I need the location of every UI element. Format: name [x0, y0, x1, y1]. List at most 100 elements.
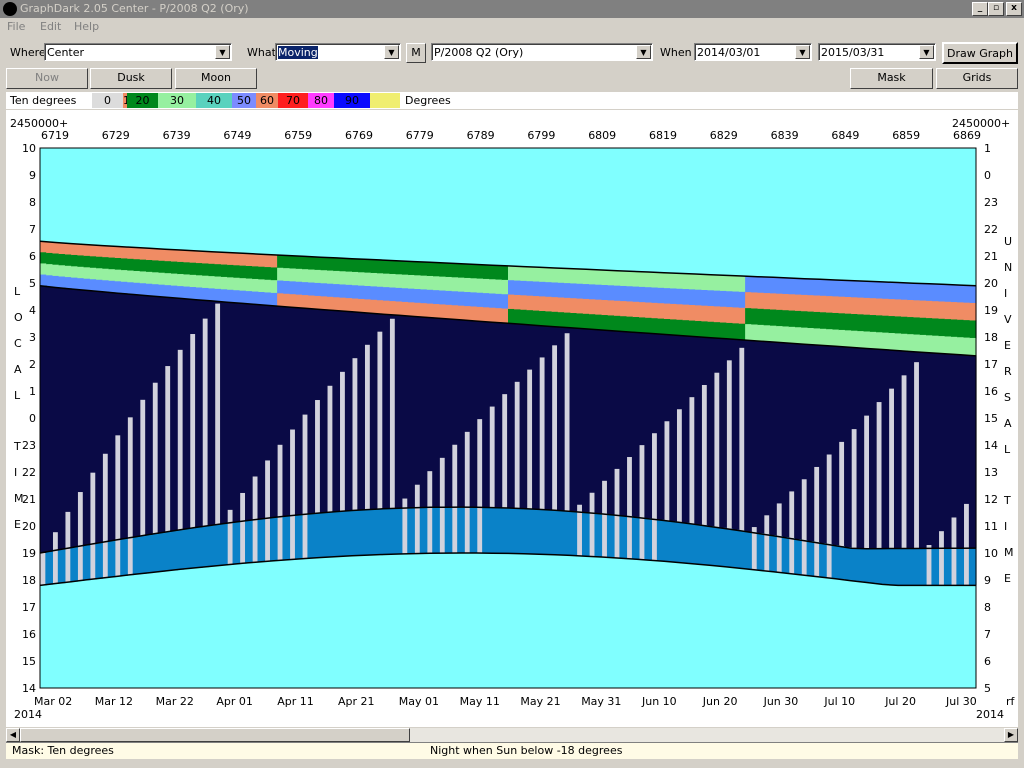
- altitude-band-cell: [233, 290, 241, 304]
- altitude-band-cell: [582, 298, 590, 315]
- moon-stripe: [701, 384, 707, 526]
- twilight-cell: [146, 535, 153, 574]
- night-cell: [732, 339, 740, 530]
- minimize-button[interactable]: _: [972, 2, 988, 16]
- altitude-band-cell: [526, 295, 534, 311]
- menu-edit[interactable]: Edit: [40, 20, 61, 33]
- what-label: What: [247, 46, 276, 59]
- altitude-band-cell: [352, 271, 359, 286]
- altitude-band-cell: [894, 333, 902, 351]
- altitude-band-cell: [58, 276, 66, 289]
- altitude-band-cell: [844, 313, 852, 331]
- altitude-band-cell: [439, 262, 447, 278]
- altitude-band-cell: [626, 286, 634, 302]
- altitude-band-cell: [776, 293, 784, 311]
- twilight-cell: [745, 531, 752, 569]
- night-cell: [707, 337, 715, 527]
- altitude-band-cell: [433, 262, 440, 277]
- altitude-band-cell: [520, 309, 528, 325]
- chevron-down-icon[interactable]: ▼: [636, 45, 651, 59]
- altitude-band-cell: [96, 268, 103, 281]
- altitude-band-cell: [158, 284, 166, 298]
- altitude-band-cell: [64, 254, 72, 267]
- right-hour-tick: 11: [984, 520, 998, 533]
- horizontal-scrollbar[interactable]: ◀ ▶: [6, 728, 1018, 742]
- night-cell: [657, 333, 665, 520]
- chevron-down-icon[interactable]: ▼: [795, 45, 810, 59]
- dusk-button[interactable]: Dusk: [90, 68, 172, 89]
- altitude-band-cell: [657, 287, 665, 304]
- end-date-value: 2015/03/31: [821, 46, 885, 59]
- moon-stripe: [290, 515, 295, 560]
- altitude-band-cell: [183, 262, 191, 275]
- night-cell: [395, 315, 403, 509]
- altitude-band-cell: [651, 318, 659, 335]
- menu-file[interactable]: File: [7, 20, 25, 33]
- right-axis-title-letter: U: [1004, 235, 1012, 248]
- left-axis-title-letter: O: [14, 311, 23, 324]
- altitude-band-cell: [370, 299, 378, 314]
- altitude-band-cell: [77, 266, 85, 279]
- altitude-band-cell: [189, 262, 197, 276]
- scroll-thumb[interactable]: [20, 728, 410, 742]
- date-tick-label: Jun 10: [641, 695, 677, 708]
- altitude-band-cell: [876, 315, 883, 333]
- altitude-band-cell: [96, 245, 103, 258]
- app-icon[interactable]: [3, 2, 17, 16]
- altitude-band-cell: [607, 300, 615, 316]
- altitude-band-cell: [152, 284, 160, 297]
- close-button[interactable]: x: [1006, 2, 1022, 16]
- altitude-band-cell: [177, 274, 185, 287]
- grids-button[interactable]: Grids: [936, 68, 1018, 89]
- altitude-band-cell: [458, 305, 465, 321]
- twilight-cell: [869, 548, 877, 583]
- altitude-band-cell: [171, 249, 178, 263]
- left-hour-tick: 14: [22, 682, 36, 695]
- altitude-band-cell: [813, 311, 821, 329]
- altitude-band-cell: [108, 269, 116, 282]
- legend-swatch: [370, 93, 400, 108]
- chevron-down-icon[interactable]: ▼: [215, 45, 230, 59]
- twilight-cell: [682, 522, 690, 563]
- mask-button[interactable]: Mask: [850, 68, 933, 89]
- now-button[interactable]: Now: [6, 68, 88, 89]
- altitude-band-cell: [408, 288, 415, 303]
- altitude-band-cell: [302, 295, 309, 309]
- altitude-band-cell: [645, 287, 653, 304]
- right-hour-tick: 12: [984, 493, 998, 506]
- chevron-down-icon[interactable]: ▼: [384, 45, 399, 59]
- end-date-select[interactable]: 2015/03/31 ▼: [818, 43, 936, 61]
- altitude-band-cell: [158, 272, 166, 286]
- altitude-band-cell: [551, 297, 559, 313]
- object-select[interactable]: P/2008 Q2 (Ory) ▼: [431, 43, 653, 61]
- altitude-band-cell: [713, 306, 721, 323]
- moon-button[interactable]: Moon: [175, 68, 257, 89]
- menu-help[interactable]: Help: [74, 20, 99, 33]
- what-select[interactable]: Moving ▼: [275, 43, 401, 61]
- moon-stripe: [402, 498, 408, 509]
- twilight-cell: [370, 509, 378, 555]
- where-select[interactable]: Center ▼: [44, 43, 232, 61]
- scroll-left-arrow-icon[interactable]: ◀: [6, 728, 20, 742]
- altitude-band-cell: [352, 285, 359, 300]
- altitude-band-cell: [670, 288, 678, 305]
- altitude-band-cell: [857, 280, 865, 299]
- right-axis-title-letter: R: [1004, 365, 1012, 378]
- altitude-band-cell: [96, 279, 103, 292]
- restore-button[interactable]: ▫: [988, 2, 1004, 16]
- altitude-band-cell: [713, 274, 721, 292]
- date-tick-label: Jun 30: [763, 695, 799, 708]
- moon-stripe: [839, 441, 845, 547]
- scroll-right-arrow-icon[interactable]: ▶: [1004, 728, 1018, 742]
- altitude-band-cell: [383, 300, 391, 315]
- altitude-band-cell: [121, 281, 128, 294]
- altitude-band-cell: [876, 281, 883, 300]
- altitude-band-cell: [564, 312, 571, 328]
- draw-graph-button[interactable]: Draw Graph: [942, 42, 1018, 64]
- altitude-band-cell: [121, 246, 128, 259]
- start-date-select[interactable]: 2014/03/01 ▼: [694, 43, 812, 61]
- altitude-band-cell: [146, 248, 153, 261]
- altitude-band-cell: [283, 293, 291, 308]
- chevron-down-icon[interactable]: ▼: [919, 45, 934, 59]
- m-button[interactable]: M: [406, 43, 426, 63]
